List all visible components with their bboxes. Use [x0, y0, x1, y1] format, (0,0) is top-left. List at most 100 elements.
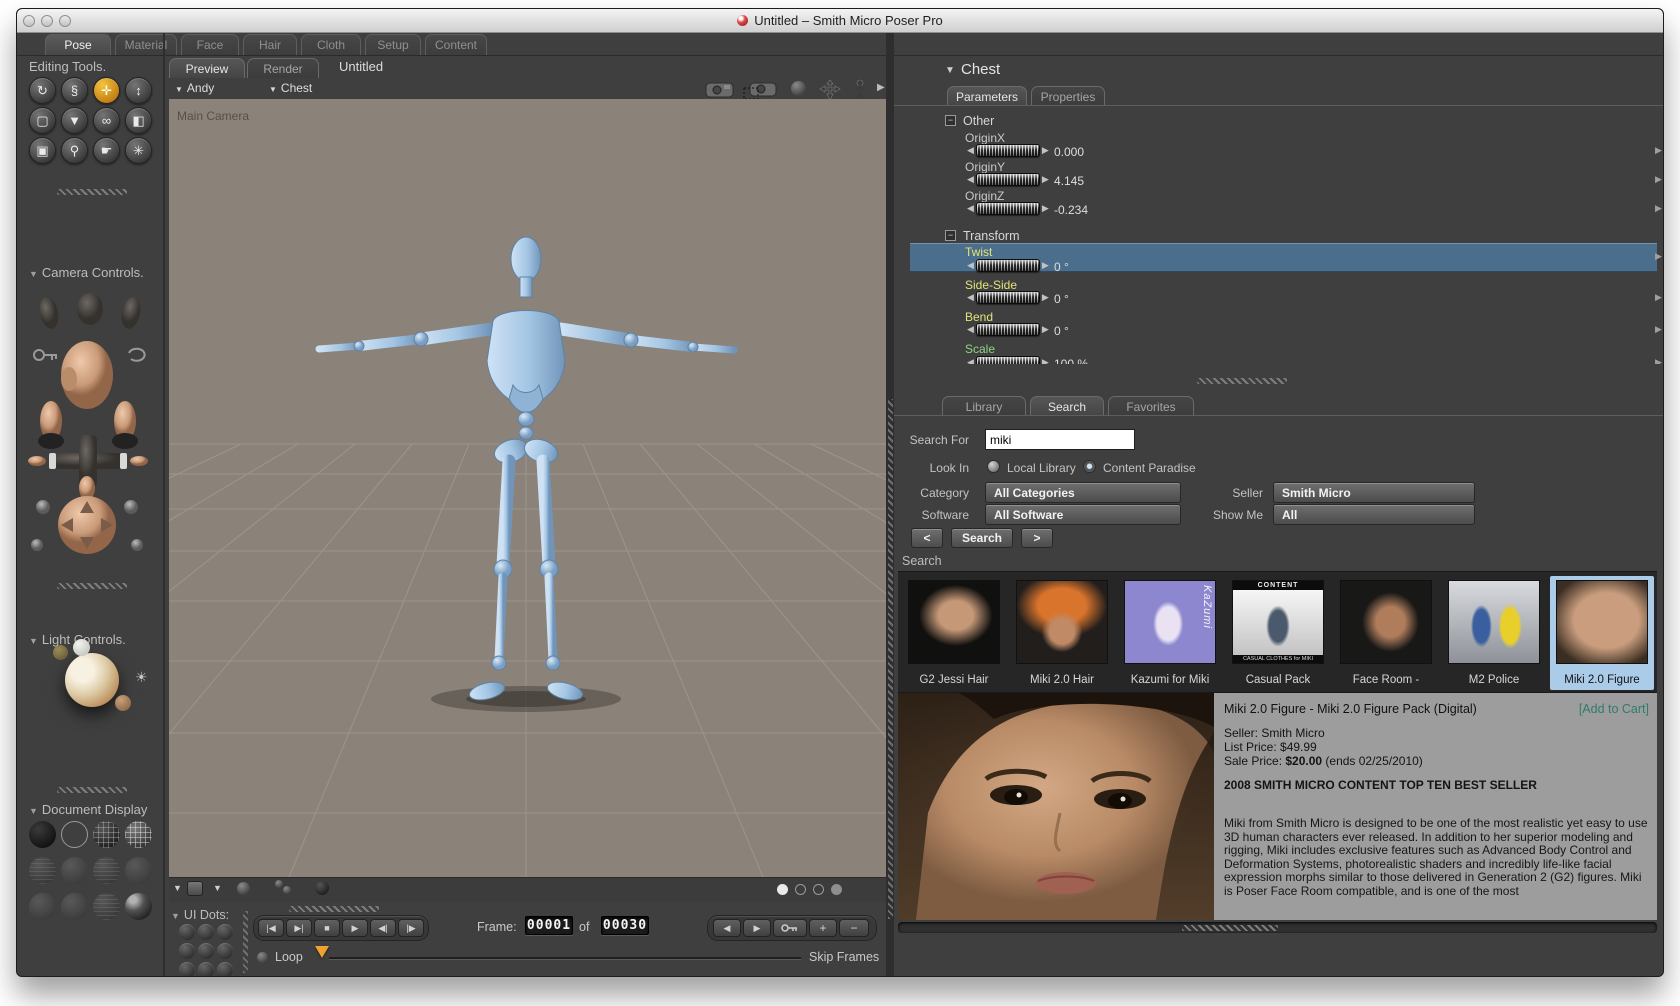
- result-item[interactable]: Face Room -: [1334, 576, 1438, 690]
- tab-render[interactable]: Render: [247, 58, 319, 78]
- grouping-tool-icon[interactable]: ▣: [29, 137, 56, 164]
- tab-parameters[interactable]: Parameters: [947, 86, 1027, 106]
- footer-sphere-icon[interactable]: [237, 882, 250, 895]
- sidebar-separator[interactable]: [57, 787, 127, 793]
- result-item[interactable]: M2 Police: [1442, 576, 1546, 690]
- param-value[interactable]: 0 °: [1054, 260, 1069, 274]
- light-dot-icon[interactable]: [73, 639, 90, 656]
- camera-name-label[interactable]: Main Camera: [177, 109, 249, 123]
- light-dot-icon[interactable]: [115, 695, 131, 711]
- result-item[interactable]: KaZumi Kazumi for Miki: [1118, 576, 1222, 690]
- param-value[interactable]: -0.234: [1054, 203, 1088, 217]
- param-dial-originx[interactable]: ◀ ▶: [967, 144, 1049, 157]
- tab-library[interactable]: Library: [942, 396, 1026, 416]
- transform-group-collapse[interactable]: −: [945, 230, 956, 241]
- display-wireframe-icon[interactable]: [93, 821, 120, 848]
- chain-break-tool-icon[interactable]: ∞: [93, 107, 120, 134]
- tab-properties[interactable]: Properties: [1031, 86, 1105, 106]
- footer-page-icon[interactable]: [187, 881, 203, 896]
- param-menu-icon[interactable]: ▶: [1655, 203, 1662, 214]
- display-dot-icon[interactable]: [831, 884, 842, 895]
- display-dot-active-icon[interactable]: [777, 884, 788, 895]
- ui-dot-2[interactable]: [198, 924, 214, 940]
- footer-spheres-icon[interactable]: [275, 880, 283, 888]
- add-keyframe-button[interactable]: +: [809, 919, 837, 937]
- direct-manipulation-tool-icon[interactable]: ✳: [125, 137, 152, 164]
- ui-dot-6[interactable]: [217, 943, 233, 959]
- tab-cloth[interactable]: Cloth: [301, 34, 361, 55]
- figure-icon[interactable]: [853, 79, 867, 101]
- product-image[interactable]: [898, 693, 1214, 920]
- ui-dot-9[interactable]: [217, 962, 233, 976]
- timeline-separator[interactable]: [289, 906, 379, 912]
- timeline-track[interactable]: [329, 957, 801, 959]
- display-outline-icon[interactable]: [61, 821, 88, 848]
- display-hidden-line-icon[interactable]: [125, 821, 152, 848]
- first-frame-button[interactable]: |◀: [258, 919, 284, 937]
- tab-favorites[interactable]: Favorites: [1108, 396, 1194, 416]
- display-smooth-lined-icon[interactable]: [61, 893, 88, 920]
- tab-preview[interactable]: Preview: [169, 58, 245, 78]
- body-part-selector[interactable]: ▼ Chest: [269, 81, 312, 95]
- display-dot-icon[interactable]: [813, 884, 824, 895]
- footer-dropdown-icon[interactable]: ▼: [173, 883, 182, 893]
- ui-dot-4[interactable]: [179, 943, 195, 959]
- param-value[interactable]: 4.145: [1054, 174, 1084, 188]
- ui-dot-8[interactable]: [198, 962, 214, 976]
- tab-pose[interactable]: Pose: [45, 34, 111, 55]
- footer-darksphere-icon[interactable]: [315, 881, 329, 895]
- content-paradise-radio[interactable]: [1083, 460, 1096, 473]
- param-value[interactable]: 0 °: [1054, 292, 1069, 306]
- display-lit-wireframe-icon[interactable]: [29, 857, 56, 884]
- other-group-collapse[interactable]: −: [945, 115, 956, 126]
- show-me-select[interactable]: All: [1273, 504, 1475, 525]
- ui-dots-header[interactable]: ▼ UI Dots:: [171, 908, 229, 922]
- translate-inout-tool-icon[interactable]: ↕: [125, 77, 152, 104]
- skip-frames-label[interactable]: Skip Frames: [809, 950, 879, 964]
- next-keyframe-button[interactable]: ▶: [743, 919, 771, 937]
- ui-dot-7[interactable]: [179, 962, 195, 976]
- param-value[interactable]: 100 %: [1054, 357, 1088, 364]
- light-ball-widget[interactable]: [65, 653, 119, 707]
- timeline-scrubber[interactable]: [315, 946, 329, 958]
- param-dial-sideside[interactable]: ◀ ▶: [967, 291, 1049, 304]
- local-library-radio[interactable]: [987, 460, 1000, 473]
- tab-search[interactable]: Search: [1030, 396, 1104, 416]
- last-frame-button[interactable]: ▶|: [286, 919, 312, 937]
- light-dot-icon[interactable]: [53, 645, 68, 660]
- content-paradise-label[interactable]: Content Paradise: [1103, 461, 1213, 475]
- tab-content[interactable]: Content: [425, 34, 487, 55]
- total-frames-counter[interactable]: 00030: [601, 916, 649, 935]
- translate-tool-icon[interactable]: ✛: [93, 77, 120, 104]
- software-select[interactable]: All Software: [985, 504, 1181, 525]
- param-menu-icon[interactable]: ▶: [1655, 357, 1662, 364]
- display-texture-shaded-icon[interactable]: [93, 893, 120, 920]
- 3d-viewport[interactable]: Main Camera: [169, 99, 886, 877]
- param-dial-twist[interactable]: ◀ ▶: [967, 259, 1049, 272]
- viewport-canvas[interactable]: [169, 99, 886, 877]
- horizontal-scrollbar[interactable]: [898, 922, 1657, 933]
- display-full-texture-icon[interactable]: [125, 893, 152, 920]
- sidebar-separator[interactable]: [57, 583, 127, 589]
- param-menu-icon[interactable]: ▶: [1655, 324, 1662, 335]
- param-menu-icon[interactable]: ▶: [1655, 292, 1662, 303]
- document-display-header[interactable]: ▼ Document Display: [29, 802, 147, 817]
- trackball-icon[interactable]: [791, 81, 806, 96]
- camera-controls-header[interactable]: ▼ Camera Controls.: [29, 265, 144, 280]
- tab-hair[interactable]: Hair: [243, 34, 297, 55]
- actor-selector[interactable]: ▼ Andy: [175, 81, 214, 95]
- result-item[interactable]: G2 Jessi Hair: [902, 576, 1006, 690]
- color-tool-icon[interactable]: ◧: [125, 107, 152, 134]
- prev-keyframe-button[interactable]: ◀: [713, 919, 741, 937]
- ui-dot-1[interactable]: [179, 924, 195, 940]
- param-dial-bend[interactable]: ◀ ▶: [967, 323, 1049, 336]
- search-input[interactable]: [985, 429, 1135, 450]
- camera-select-icon[interactable]: [743, 79, 777, 100]
- morphing-tool-icon[interactable]: ☛: [93, 137, 120, 164]
- param-value[interactable]: 0.000: [1054, 145, 1084, 159]
- footer-dropdown2-icon[interactable]: ▼: [213, 883, 222, 893]
- stop-button[interactable]: ■: [314, 919, 340, 937]
- param-menu-icon[interactable]: ▶: [1655, 174, 1662, 185]
- tab-setup[interactable]: Setup: [365, 34, 421, 55]
- step-back-button[interactable]: ◀|: [370, 919, 396, 937]
